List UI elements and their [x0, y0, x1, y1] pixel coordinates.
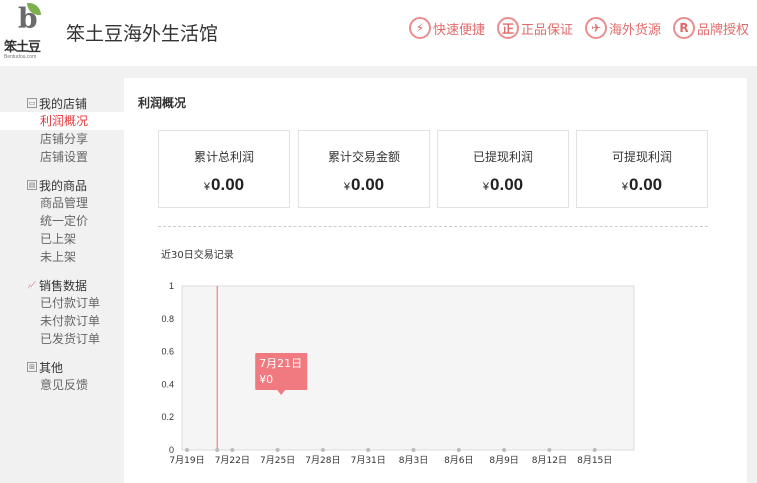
stat-label: 累计总利润 [193, 150, 254, 164]
data-point [185, 448, 189, 452]
badge-overseas: ✈ 海外货源 [584, 17, 661, 39]
x-tick-label: 8月6日 [444, 455, 473, 466]
sidebar-group-goods: ▤ 我的商品 商品管理 统一定价 已上架 未上架 [0, 176, 124, 266]
sidebar-item-shop-share[interactable]: 店铺分享 [0, 130, 124, 148]
sidebar-item-paid-orders[interactable]: 已付款订单 [0, 294, 124, 312]
sidebar-group-title: ⊞ 其他 [0, 358, 124, 376]
transactions-line-chart[interactable]: 0 0.2 0.4 0.6 0.8 1 7月19日 7月22日 7月25日 7月28日 7月31日 8… [154, 276, 654, 476]
stat-value: ¥0.00 [203, 175, 245, 194]
stat-card-withdrawable-profit: 可提现利润 ¥0.00 [576, 130, 708, 208]
stat-value: ¥0.00 [482, 175, 524, 194]
stat-value: ¥0.00 [343, 175, 385, 194]
sidebar-group-title: 📈 销售数据 [27, 278, 88, 293]
x-tick-label: 7月25日 [260, 455, 295, 466]
data-point [502, 448, 507, 452]
plot-area [181, 285, 635, 451]
badge-fast: ⚡ 快速便捷 [408, 17, 485, 39]
tooltip-value: ¥0 [259, 373, 273, 386]
stat-card-total-profit: 累计总利润 ¥0.00 [158, 130, 290, 208]
y-tick-label: 0.4 [161, 379, 174, 389]
logo-letter: b [18, 2, 38, 35]
sidebar-item-listed[interactable]: 已上架 [0, 230, 124, 248]
sidebar-item-feedback[interactable]: 意见反馈 [0, 376, 124, 394]
stat-label: 已提现利润 [472, 150, 533, 164]
other-icon: ⊞ [27, 362, 37, 372]
data-point [456, 448, 461, 452]
y-tick-label: 0.2 [161, 412, 174, 422]
badge-authorized: R 品牌授权 [672, 17, 749, 39]
plane-icon: ✈ [584, 17, 607, 39]
x-tick-label: 7月19日 [169, 455, 204, 466]
registered-icon: R [672, 17, 695, 39]
sidebar-group-sales: 📈 销售数据 已付款订单 未付款订单 已发货订单 [0, 276, 124, 348]
site-logo[interactable]: b 笨土豆 Bentudou.com [4, 1, 52, 62]
site-title: 笨土豆海外生活馆 [66, 23, 219, 45]
sidebar-item-unified-pricing[interactable]: 统一定价 [0, 212, 124, 230]
data-point [547, 448, 552, 452]
sales-chart-icon: 📈 [27, 281, 37, 289]
x-tick-label: 8月9日 [489, 455, 518, 466]
sidebar-group-title: ▭ 我的店铺 [27, 96, 88, 111]
sidebar-item-unpaid-orders[interactable]: 未付款订单 [0, 312, 124, 330]
shop-icon: ▭ [27, 98, 37, 108]
sidebar-item-profit-overview[interactable]: 利润概况 [0, 112, 124, 130]
sidebar-group-title: ▤ 我的商品 [27, 178, 88, 193]
y-tick-label: 0 [169, 445, 174, 455]
x-tick-label: 8月15日 [577, 455, 612, 466]
logo-chinese-text: 笨土豆 [4, 40, 41, 55]
sidebar-item-goods-manage[interactable]: 商品管理 [0, 194, 124, 212]
sidebar-group-shop: ▭ 我的店铺 利润概况 店铺分享 店铺设置 [0, 94, 124, 166]
data-point [230, 448, 235, 452]
sidebar-item-shipped-orders[interactable]: 已发货订单 [0, 330, 124, 348]
logo-domain-text: Bentudou.com [4, 54, 37, 60]
stat-label: 累计交易金额 [327, 150, 400, 164]
y-tick-label: 0.8 [161, 314, 174, 324]
stat-value: ¥0.00 [621, 175, 663, 194]
x-tick-label: 7月22日 [215, 455, 250, 466]
sidebar: ▭ 我的店铺 利润概况 店铺分享 店铺设置 ▤ 我的商品 商品管理 统一定价 已上架… [0, 78, 124, 483]
badge-genuine: 正 正品保证 [496, 17, 573, 39]
data-point [275, 448, 280, 452]
x-tick-label: 7月28日 [305, 455, 340, 466]
y-tick-label: 0.6 [161, 347, 174, 357]
y-tick-label: 1 [169, 281, 174, 291]
lightning-icon: ⚡ [408, 17, 431, 39]
goods-icon: ▤ [27, 180, 37, 190]
page-title: 利润概况 [138, 96, 187, 110]
chart-caption: 近30日交易记录 [161, 250, 234, 261]
x-tick-label: 8月12日 [532, 455, 567, 466]
data-point [320, 448, 325, 452]
stat-card-withdrawn-profit: 已提现利润 ¥0.00 [437, 130, 569, 208]
data-point [366, 448, 371, 452]
badge-label: 正品保证 [520, 22, 573, 38]
stat-card-total-amount: 累计交易金额 ¥0.00 [298, 130, 430, 208]
main-content: 利润概况 累计总利润 ¥0.00 累计交易金额 ¥0.00 已提现利润 ¥0.0… [124, 78, 747, 483]
x-tick-label: 8月3日 [399, 455, 428, 466]
badge-label: 海外货源 [608, 22, 661, 38]
data-point [215, 448, 220, 452]
top-header: b 笨土豆 Bentudou.com 笨土豆海外生活馆 ⚡ 快速便捷 正 正品保… [0, 0, 757, 66]
genuine-icon: 正 [496, 17, 519, 39]
section-divider [158, 226, 708, 227]
sidebar-group-other: ⊞ 其他 意见反馈 [0, 358, 124, 394]
x-tick-label: 7月31日 [351, 455, 386, 466]
tooltip-date: 7月21日 [259, 357, 302, 370]
service-badges: ⚡ 快速便捷 正 正品保证 ✈ 海外货源 R 品牌授权 [397, 17, 749, 39]
data-point [411, 448, 416, 452]
sidebar-item-unlisted[interactable]: 未上架 [0, 248, 124, 266]
badge-label: 品牌授权 [696, 22, 749, 38]
stat-label: 可提现利润 [611, 150, 672, 164]
badge-label: 快速便捷 [432, 22, 485, 38]
sidebar-item-shop-settings[interactable]: 店铺设置 [0, 148, 124, 166]
data-point [592, 448, 597, 452]
